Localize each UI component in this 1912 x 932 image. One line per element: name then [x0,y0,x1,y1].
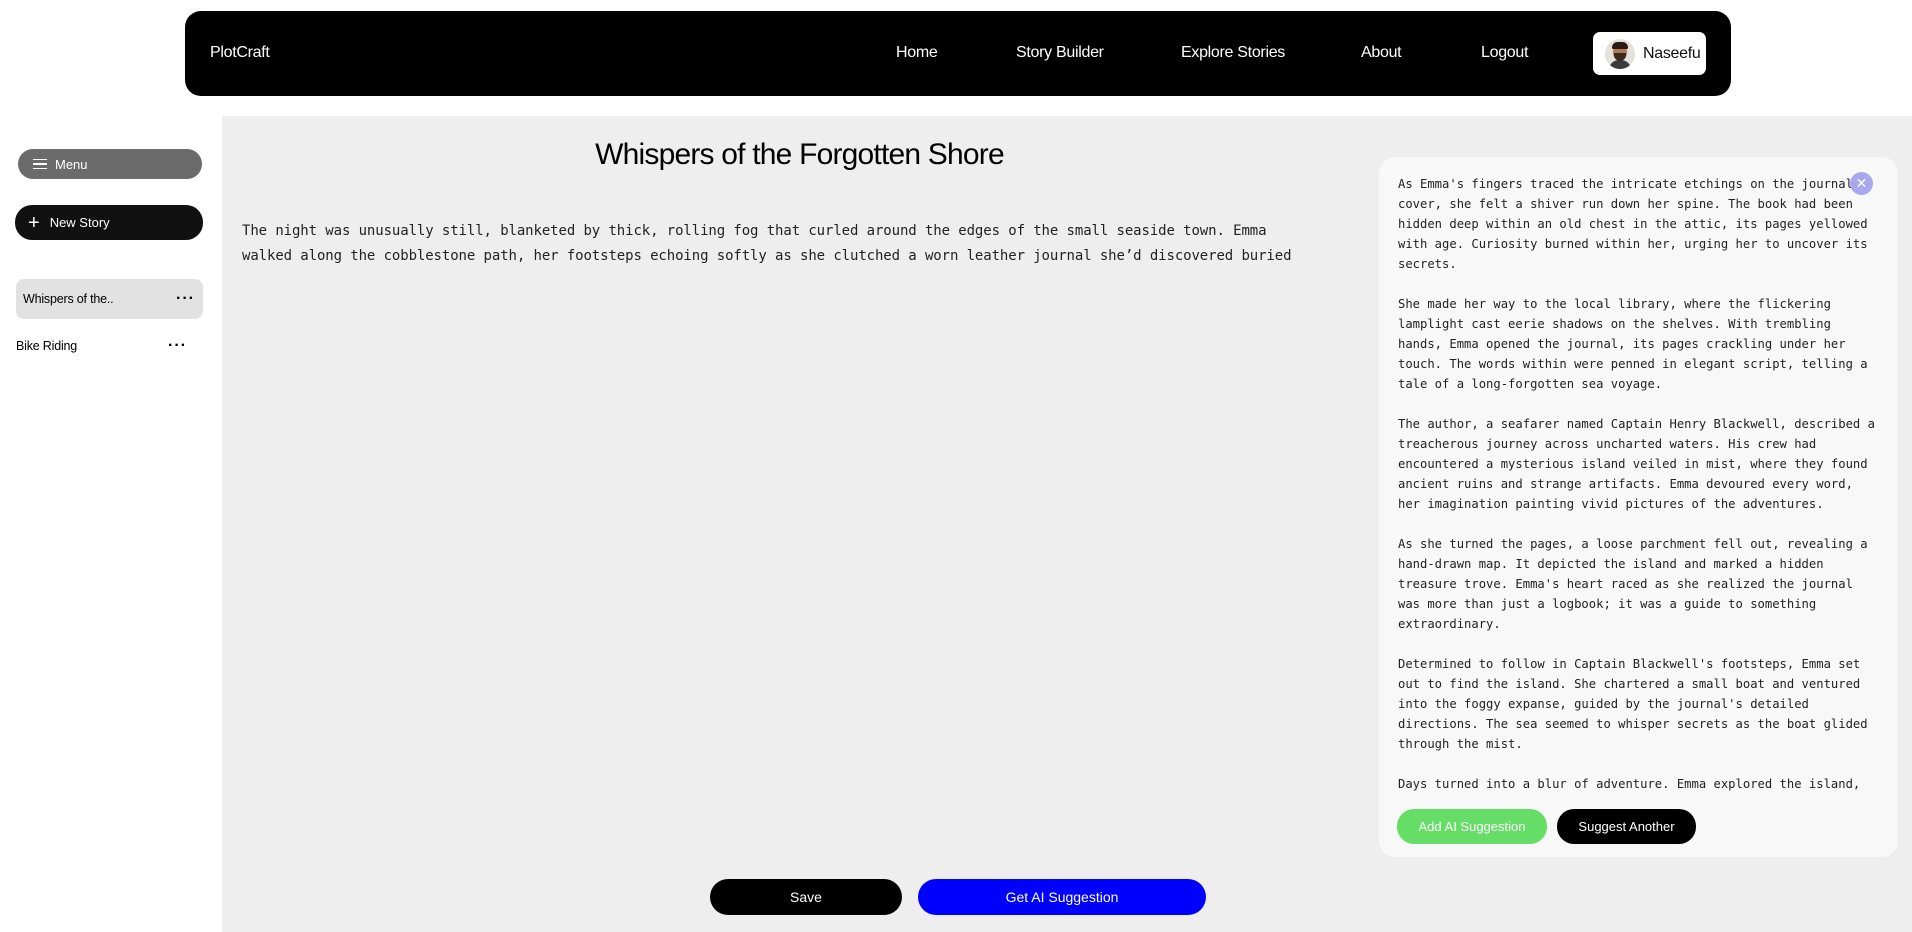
avatar [1605,38,1635,69]
suggestion-paragraph: Determined to follow in Captain Blackwel… [1398,657,1868,751]
close-icon[interactable]: ✕ [1850,172,1873,195]
get-ai-suggestion-button[interactable]: Get AI Suggestion [918,879,1206,915]
top-navbar: PlotCraft Home Story Builder Explore Sto… [185,11,1731,96]
story-item-title: Bike Riding [16,339,78,353]
story-title[interactable]: Whispers of the Forgotten Shore [222,138,1377,172]
suggestion-paragraph: As she turned the pages, a loose parchme… [1398,537,1868,631]
menu-button[interactable]: Menu [18,149,202,179]
story-text-area[interactable]: The night was unusually still, blanketed… [242,219,1312,269]
new-story-button[interactable]: + New Story [15,205,203,240]
save-button[interactable]: Save [710,879,902,915]
nav-link-story-builder[interactable]: Story Builder [1016,44,1104,62]
user-profile-button[interactable]: Naseefu [1593,32,1706,75]
more-options-icon[interactable]: ··· [168,337,187,355]
story-list-item[interactable]: Bike Riding ··· [9,326,195,366]
story-list-item[interactable]: Whispers of the.. ··· [16,279,203,319]
brand-logo[interactable]: PlotCraft [210,44,270,62]
menu-label: Menu [55,156,88,172]
user-name: Naseefu [1643,44,1701,62]
suggestion-paragraph: The author, a seafarer named Captain Hen… [1398,417,1875,511]
suggestion-paragraph: As Emma's fingers traced the intricate e… [1398,177,1868,271]
suggest-another-button[interactable]: Suggest Another [1557,809,1696,844]
story-item-title: Whispers of the.. [23,292,114,306]
new-story-label: New Story [49,215,110,230]
more-options-icon[interactable]: ··· [176,290,195,308]
hamburger-icon [33,158,47,170]
suggestion-paragraph: Days turned into a blur of adventure. Em… [1398,777,1861,791]
suggestion-paragraph: She made her way to the local library, w… [1398,297,1868,391]
nav-link-about[interactable]: About [1361,44,1402,62]
suggestion-text[interactable]: As Emma's fingers traced the intricate e… [1398,174,1880,794]
nav-link-home[interactable]: Home [896,44,938,62]
nav-link-logout[interactable]: Logout [1481,44,1528,62]
ai-suggestion-panel: As Emma's fingers traced the intricate e… [1379,157,1898,857]
plus-icon: + [28,211,40,234]
nav-link-explore-stories[interactable]: Explore Stories [1181,44,1285,62]
add-ai-suggestion-button[interactable]: Add AI Suggestion [1397,809,1547,844]
